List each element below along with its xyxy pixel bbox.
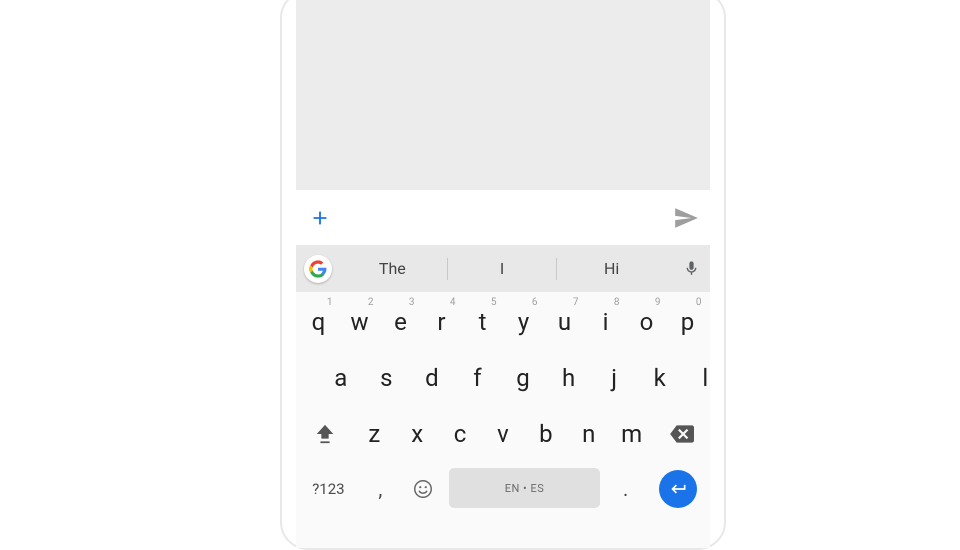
chat-area xyxy=(296,0,710,190)
key-l[interactable]: l xyxy=(684,352,710,404)
key-m[interactable]: m xyxy=(612,408,652,460)
key-h[interactable]: h xyxy=(547,352,590,404)
keyboard-row-1: q1 w2 e3 r4 t5 y6 u7 i8 o9 p0 xyxy=(298,294,708,350)
key-s[interactable]: s xyxy=(365,352,408,404)
key-x[interactable]: x xyxy=(397,408,437,460)
symbols-key[interactable]: ?123 xyxy=(300,464,358,514)
period-key[interactable]: . xyxy=(606,464,646,514)
suggestion-1[interactable]: The xyxy=(338,256,447,282)
suggestion-2[interactable]: I xyxy=(448,256,557,282)
suggestions: The I Hi xyxy=(338,256,666,282)
key-n[interactable]: n xyxy=(569,408,609,460)
microphone-icon xyxy=(683,260,700,277)
key-w[interactable]: w2 xyxy=(341,296,379,348)
plus-icon xyxy=(309,207,331,229)
key-t[interactable]: t5 xyxy=(464,296,502,348)
google-g-icon xyxy=(309,260,327,278)
language-space-key[interactable]: EN • ES xyxy=(449,468,600,508)
enter-icon xyxy=(668,479,688,499)
emoji-key[interactable] xyxy=(403,464,443,514)
backspace-key[interactable] xyxy=(655,408,707,460)
key-o[interactable]: o9 xyxy=(628,296,666,348)
key-p[interactable]: p0 xyxy=(669,296,707,348)
key-j[interactable]: j xyxy=(593,352,636,404)
google-search-button[interactable] xyxy=(304,255,332,283)
send-button[interactable] xyxy=(662,190,710,245)
enter-key[interactable] xyxy=(649,464,707,514)
key-r[interactable]: r4 xyxy=(423,296,461,348)
shift-icon xyxy=(314,423,336,445)
emoji-icon xyxy=(412,478,434,500)
shift-key[interactable] xyxy=(300,408,352,460)
suggestion-3[interactable]: Hi xyxy=(557,256,666,282)
comma-key[interactable]: , xyxy=(360,464,400,514)
attach-plus-button[interactable] xyxy=(296,190,344,245)
key-a[interactable]: a xyxy=(320,352,363,404)
suggestion-bar: The I Hi xyxy=(296,245,710,292)
key-b[interactable]: b xyxy=(526,408,566,460)
phone-frame: The I Hi q1 w2 e3 r4 t5 y6 u7 i8 o9 p xyxy=(280,0,726,550)
key-f[interactable]: f xyxy=(456,352,499,404)
voice-input-button[interactable] xyxy=(672,245,710,292)
key-v[interactable]: v xyxy=(483,408,523,460)
key-e[interactable]: e3 xyxy=(382,296,420,348)
key-u[interactable]: u7 xyxy=(546,296,584,348)
screen: The I Hi q1 w2 e3 r4 t5 y6 u7 i8 o9 p xyxy=(296,0,710,548)
send-icon xyxy=(673,205,699,231)
key-i[interactable]: i8 xyxy=(587,296,625,348)
keyboard: q1 w2 e3 r4 t5 y6 u7 i8 o9 p0 a s d f g … xyxy=(296,292,710,548)
keyboard-row-3: z x c v b n m xyxy=(298,406,708,462)
key-c[interactable]: c xyxy=(440,408,480,460)
backspace-icon xyxy=(668,421,694,447)
key-k[interactable]: k xyxy=(638,352,681,404)
key-d[interactable]: d xyxy=(411,352,454,404)
keyboard-row-4: ?123 , EN • ES . xyxy=(298,462,708,516)
key-q[interactable]: q1 xyxy=(300,296,338,348)
key-g[interactable]: g xyxy=(502,352,545,404)
key-z[interactable]: z xyxy=(354,408,394,460)
compose-bar xyxy=(296,190,710,246)
keyboard-row-2: a s d f g h j k l xyxy=(298,350,710,406)
key-y[interactable]: y6 xyxy=(505,296,543,348)
